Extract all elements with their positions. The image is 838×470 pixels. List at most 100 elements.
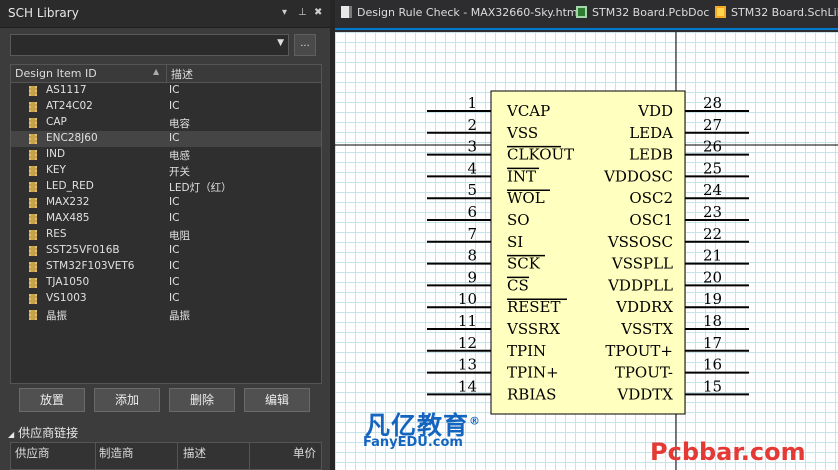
search-combobox[interactable]: ▼ <box>10 34 289 56</box>
description: 电容 <box>169 118 190 130</box>
component-icon <box>29 150 37 160</box>
pin-name: TPIN+ <box>507 364 559 382</box>
column-header-manufacturer[interactable]: 制造商 <box>99 445 134 461</box>
pin-name: LEDA <box>629 124 673 142</box>
component-icon <box>29 166 37 176</box>
description: IC <box>169 276 180 288</box>
design-item-id: RES <box>46 228 67 240</box>
supplier-links-title[interactable]: ◢ 供应商链接 <box>8 424 78 441</box>
place-button[interactable]: 放置 <box>19 388 85 412</box>
design-item-id: SST25VF016B <box>46 244 120 256</box>
column-header-supplier[interactable]: 供应商 <box>15 445 50 461</box>
table-row[interactable]: STM32F103VET6 IC <box>11 259 321 275</box>
component-icon <box>29 278 37 288</box>
pin-number: 5 <box>467 181 477 199</box>
design-item-id: IND <box>46 148 66 160</box>
design-item-id: MAX485 <box>46 212 90 224</box>
component-icon <box>29 198 37 208</box>
pin-name: VSSTX <box>620 320 673 338</box>
table-row[interactable]: AS1117 IC <box>11 83 321 99</box>
component-icon <box>29 134 37 144</box>
search-input[interactable] <box>11 35 271 55</box>
table-row[interactable]: LED_RED LED灯（红） <box>11 179 321 195</box>
pin-name: SCK <box>507 255 541 273</box>
table-row[interactable]: CAP 电容 <box>11 115 321 131</box>
pin-name: VCAP <box>506 102 550 120</box>
design-item-id: CAP <box>46 116 67 128</box>
collapse-triangle-icon[interactable]: ◢ <box>8 430 14 439</box>
column-divider[interactable] <box>166 65 167 83</box>
pin-name: VDDPLL <box>607 276 673 294</box>
table-row[interactable]: VS1003 IC <box>11 291 321 307</box>
table-row[interactable]: AT24C02 IC <box>11 99 321 115</box>
component-symbol: 1 VCAP 2 VSS 3 CLKOUT 4 INT 5 WOL 6 SO 7 SI 8 SCK 9 CS 10 R… <box>335 32 838 470</box>
description: IC <box>169 196 180 208</box>
pin-name: SO <box>507 211 530 229</box>
pin-name: VDDRX <box>615 298 673 316</box>
table-row[interactable]: KEY 开关 <box>11 163 321 179</box>
pin-number: 17 <box>703 334 722 352</box>
add-button[interactable]: 添加 <box>94 388 160 412</box>
tab-schlib[interactable]: STM32 Board.SchLib <box>715 6 838 26</box>
pin-name: OSC1 <box>629 211 673 229</box>
document-tab-bar: Design Rule Check - MAX32660-Sky.html ST… <box>335 0 838 30</box>
browse-button[interactable]: ... <box>294 34 316 56</box>
pin-number: 9 <box>467 268 477 286</box>
pin-number: 21 <box>703 247 722 265</box>
pin-name: TPIN <box>507 342 546 360</box>
description: IC <box>169 84 180 96</box>
table-row[interactable]: MAX485 IC <box>11 211 321 227</box>
schlib-doc-icon <box>715 6 726 18</box>
pin-number: 10 <box>458 290 477 308</box>
chevron-down-icon[interactable]: ▼ <box>277 38 284 48</box>
table-body: AS1117 IC AT24C02 IC CAP 电容 ENC28J60 IC IND 电感 KEY… <box>11 83 321 323</box>
pcbbar-watermark: Pcbbar.com <box>650 438 806 466</box>
column-header-description[interactable]: 描述 <box>183 445 206 461</box>
column-header-description[interactable]: 描述 <box>171 66 193 82</box>
pin-number: 22 <box>703 225 722 243</box>
pin-number: 19 <box>703 290 722 308</box>
component-icon <box>29 182 37 192</box>
table-row[interactable]: IND 电感 <box>11 147 321 163</box>
pin-name: LEDB <box>629 146 673 164</box>
component-icon <box>29 230 37 240</box>
table-row[interactable]: TJA1050 IC <box>11 275 321 291</box>
edit-button[interactable]: 编辑 <box>244 388 310 412</box>
design-item-id: STM32F103VET6 <box>46 260 135 272</box>
description: IC <box>169 292 180 304</box>
tab-design-rule-check[interactable]: Design Rule Check - MAX32660-Sky.html <box>341 6 581 26</box>
description: LED灯（红） <box>169 182 232 194</box>
table-row[interactable]: SST25VF016B IC <box>11 243 321 259</box>
column-header-design-item-id[interactable]: Design Item ID <box>15 67 97 80</box>
delete-button[interactable]: 删除 <box>169 388 235 412</box>
design-item-id: TJA1050 <box>46 276 90 288</box>
description: 电阻 <box>169 230 190 242</box>
pin-number: 18 <box>703 312 722 330</box>
tab-pcbdoc[interactable]: STM32 Board.PcbDoc <box>576 6 709 26</box>
pin-name: VSSPLL <box>611 255 673 273</box>
pin-number: 3 <box>467 138 477 156</box>
pin-icon[interactable]: ⊥ <box>298 7 307 18</box>
design-item-id: LED_RED <box>46 180 94 192</box>
description: IC <box>169 260 180 272</box>
table-row[interactable]: MAX232 IC <box>11 195 321 211</box>
table-row[interactable]: RES 电阻 <box>11 227 321 243</box>
panel-menu-icon[interactable]: ▾ <box>282 7 287 18</box>
component-icon <box>29 214 37 224</box>
pin-name: VSSOSC <box>607 233 673 251</box>
schematic-sheet[interactable]: 1 VCAP 2 VSS 3 CLKOUT 4 INT 5 WOL 6 SO 7 SI 8 SCK 9 CS 10 R… <box>335 32 838 470</box>
design-item-id: MAX232 <box>46 196 90 208</box>
component-icon <box>29 310 37 320</box>
component-icon <box>29 294 37 304</box>
fanyedu-url-watermark: FanyEDU.com <box>363 435 463 450</box>
panel-title: SCH Library <box>8 6 79 20</box>
design-item-id: KEY <box>46 164 66 176</box>
pin-name: OSC2 <box>629 189 673 207</box>
close-icon[interactable]: ✖ <box>314 7 322 18</box>
pin-number: 12 <box>458 334 477 352</box>
table-row[interactable]: 晶振 晶振 <box>11 307 321 323</box>
description: IC <box>169 132 180 144</box>
column-header-unit-price[interactable]: 单价 <box>293 445 316 461</box>
design-item-id: VS1003 <box>46 292 87 304</box>
table-row[interactable]: ENC28J60 IC <box>11 131 321 147</box>
